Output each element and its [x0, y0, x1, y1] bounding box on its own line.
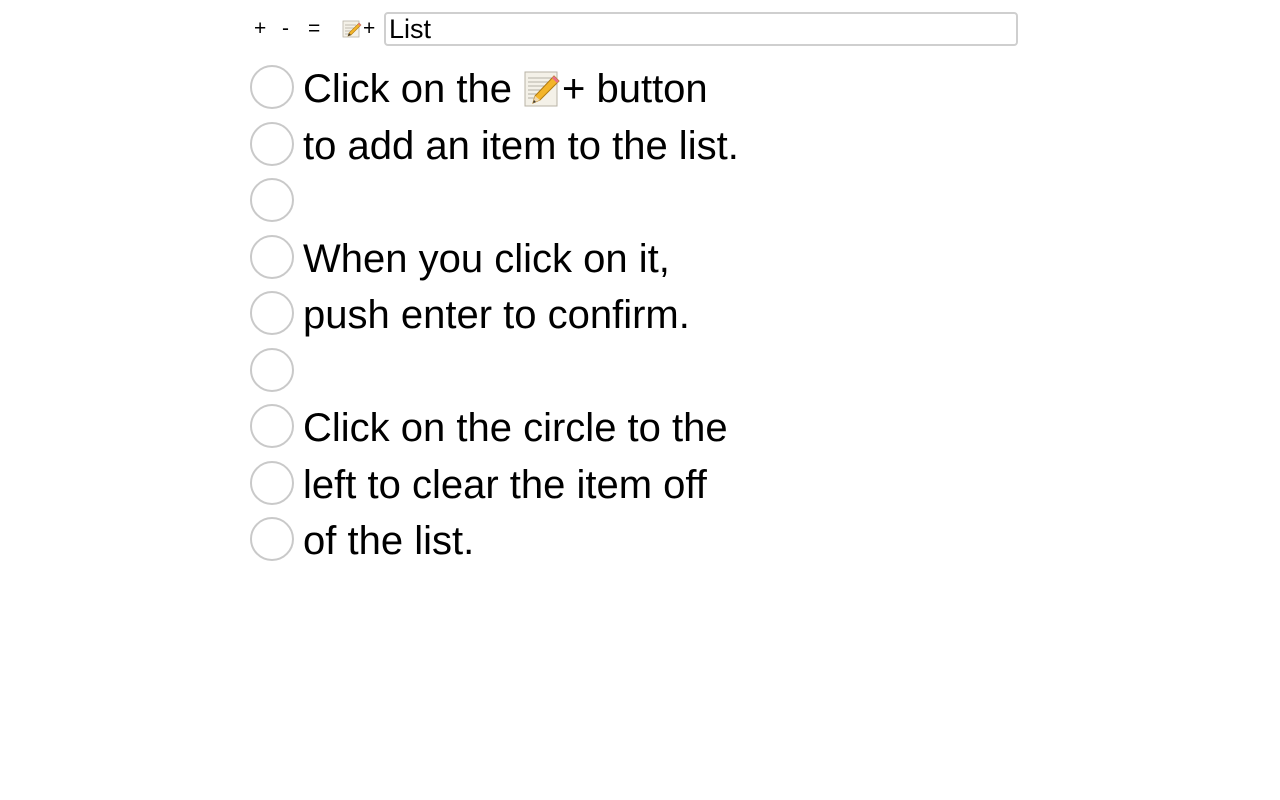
clear-item-circle[interactable] — [250, 121, 294, 166]
item-text-part: Click on the — [303, 67, 512, 112]
clear-item-circle[interactable] — [250, 178, 294, 223]
list-item: Click on the + button — [248, 59, 1028, 116]
item-text[interactable]: When you click on it, — [303, 231, 670, 287]
clear-item-circle[interactable] — [250, 347, 294, 392]
item-list: Click on the + button to add an item to … — [248, 59, 1028, 568]
item-text-part: + button — [561, 67, 708, 112]
list-title-input[interactable] — [384, 12, 1018, 46]
item-text[interactable]: of the list. — [303, 513, 474, 569]
list-item — [248, 172, 1028, 229]
item-text[interactable]: push enter to confirm. — [303, 287, 690, 343]
add-plus-label: + — [363, 17, 376, 40]
item-text[interactable]: Click on the + button — [303, 61, 708, 117]
list-item: Click on the circle to the — [248, 398, 1028, 455]
list-item: When you click on it, — [248, 229, 1028, 286]
reset-zoom-button[interactable]: = — [308, 9, 334, 49]
list-item — [248, 342, 1028, 399]
list-item: left to clear the item off — [248, 455, 1028, 512]
clear-item-circle[interactable] — [250, 234, 294, 279]
list-app: + - = + Click on — [248, 9, 1028, 568]
clear-item-circle[interactable] — [250, 65, 294, 110]
item-text[interactable]: to add an item to the list. — [303, 118, 739, 174]
list-item: push enter to confirm. — [248, 285, 1028, 342]
item-text[interactable]: Click on the circle to the — [303, 400, 728, 456]
list-item: of the list. — [248, 511, 1028, 568]
item-text[interactable]: left to clear the item off — [303, 457, 707, 513]
toolbar: + - = + — [248, 9, 1028, 49]
list-item: to add an item to the list. — [248, 116, 1028, 173]
add-item-button[interactable]: + — [342, 9, 382, 49]
clear-item-circle[interactable] — [250, 517, 294, 562]
zoom-in-button[interactable]: + — [254, 9, 276, 49]
clear-item-circle[interactable] — [250, 404, 294, 449]
clear-item-circle[interactable] — [250, 460, 294, 505]
zoom-out-button[interactable]: - — [282, 9, 304, 49]
memo-pencil-icon — [342, 19, 362, 39]
clear-item-circle[interactable] — [250, 291, 294, 336]
memo-pencil-icon — [524, 70, 560, 108]
